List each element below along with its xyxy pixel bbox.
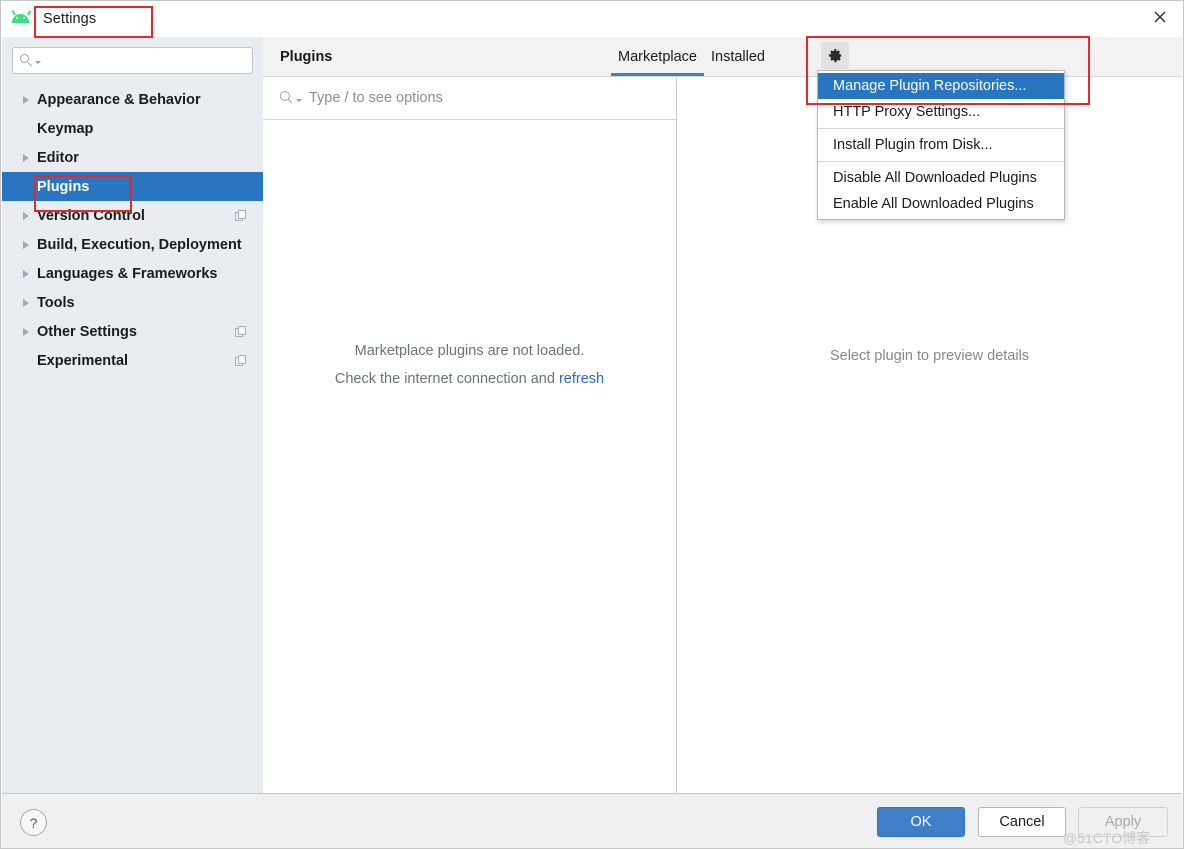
sidebar-item-appearance-behavior[interactable]: Appearance & Behavior <box>2 85 263 114</box>
page-title: Plugins <box>280 48 333 65</box>
detail-placeholder-text: Select plugin to preview details <box>829 348 1030 364</box>
sidebar-item-label: Tools <box>37 294 75 311</box>
settings-sidebar: Appearance & Behavior Keymap Editor Plug… <box>2 37 263 793</box>
menu-item-enable-all-downloaded-plugins[interactable]: Enable All Downloaded Plugins <box>818 191 1064 217</box>
tab-label: Marketplace <box>618 48 697 65</box>
expand-arrow-icon[interactable] <box>18 327 34 336</box>
sidebar-item-label: Version Control <box>37 207 145 224</box>
sidebar-item-tools[interactable]: Tools <box>2 288 263 317</box>
project-settings-copy-icon <box>235 325 248 339</box>
expand-arrow-icon[interactable] <box>18 269 34 278</box>
plugins-tabs: Marketplace Installed <box>611 37 772 76</box>
refresh-link[interactable]: refresh <box>559 371 604 387</box>
sidebar-item-label: Languages & Frameworks <box>37 265 218 282</box>
sidebar-item-experimental[interactable]: Experimental <box>2 346 263 375</box>
empty-state-line1: Marketplace plugins are not loaded. <box>354 343 585 359</box>
sidebar-item-label: Keymap <box>37 120 94 137</box>
title-bar: Settings <box>1 1 1183 37</box>
expand-arrow-icon[interactable] <box>18 211 34 220</box>
search-icon <box>20 54 33 67</box>
settings-search-input[interactable] <box>45 52 245 69</box>
sidebar-item-keymap[interactable]: Keymap <box>2 114 263 143</box>
android-studio-icon <box>11 9 31 29</box>
sidebar-item-label: Experimental <box>37 352 129 369</box>
project-settings-copy-icon <box>235 209 248 223</box>
apply-button: Apply <box>1078 807 1168 837</box>
settings-dialog: Settings Appearance & Behavior Keymap Ed… <box>0 0 1184 849</box>
close-button[interactable] <box>1137 1 1183 33</box>
sidebar-item-label: Plugins <box>37 178 90 195</box>
tab-installed[interactable]: Installed <box>704 37 772 76</box>
close-icon <box>1154 11 1166 23</box>
empty-state-line2-prefix: Check the internet connection and <box>334 371 559 387</box>
cancel-button[interactable]: Cancel <box>978 807 1066 837</box>
plugin-search-placeholder: Type / to see options <box>309 90 443 106</box>
plugins-settings-button[interactable] <box>821 42 849 69</box>
plugins-settings-menu: Manage Plugin Repositories... HTTP Proxy… <box>817 70 1065 220</box>
plugin-list-pane: Type / to see options Marketplace plugin… <box>263 77 677 794</box>
window-title: Settings <box>43 11 97 27</box>
menu-item-install-plugin-from-disk[interactable]: Install Plugin from Disk... <box>818 132 1064 158</box>
sidebar-item-other-settings[interactable]: Other Settings <box>2 317 263 346</box>
ok-button[interactable]: OK <box>877 807 965 837</box>
settings-search-box[interactable] <box>12 47 253 74</box>
sidebar-item-build-execution-deployment[interactable]: Build, Execution, Deployment <box>2 230 263 259</box>
menu-item-http-proxy-settings[interactable]: HTTP Proxy Settings... <box>818 99 1064 125</box>
sidebar-item-label: Other Settings <box>37 323 137 340</box>
menu-item-disable-all-downloaded-plugins[interactable]: Disable All Downloaded Plugins <box>818 165 1064 191</box>
search-dropdown-caret-icon[interactable] <box>35 61 41 64</box>
gear-icon <box>828 48 841 63</box>
sidebar-item-version-control[interactable]: Version Control <box>2 201 263 230</box>
search-dropdown-caret-icon[interactable] <box>296 98 302 102</box>
project-settings-copy-icon <box>235 354 248 368</box>
sidebar-item-languages-frameworks[interactable]: Languages & Frameworks <box>2 259 263 288</box>
sidebar-item-label: Appearance & Behavior <box>37 91 201 108</box>
sidebar-search-wrap <box>2 37 263 74</box>
tab-label: Installed <box>710 48 765 65</box>
menu-item-manage-plugin-repositories[interactable]: Manage Plugin Repositories... <box>818 73 1064 99</box>
menu-separator <box>818 161 1064 162</box>
empty-state-line2: Check the internet connection and refres… <box>263 365 676 393</box>
sidebar-item-label: Editor <box>37 149 79 166</box>
menu-separator <box>818 128 1064 129</box>
expand-arrow-icon[interactable] <box>18 95 34 104</box>
tab-marketplace[interactable]: Marketplace <box>611 37 704 76</box>
expand-arrow-icon[interactable] <box>18 298 34 307</box>
sidebar-item-label: Build, Execution, Deployment <box>37 236 242 253</box>
search-icon <box>280 91 294 105</box>
help-button[interactable]: ? <box>20 809 47 836</box>
plugins-empty-state: Marketplace plugins are not loaded. Chec… <box>263 337 676 393</box>
sidebar-item-editor[interactable]: Editor <box>2 143 263 172</box>
expand-arrow-icon[interactable] <box>18 153 34 162</box>
expand-arrow-icon[interactable] <box>18 240 34 249</box>
plugin-search-field[interactable]: Type / to see options <box>263 77 676 120</box>
sidebar-item-plugins[interactable]: Plugins <box>2 172 263 201</box>
settings-tree: Appearance & Behavior Keymap Editor Plug… <box>2 85 263 375</box>
